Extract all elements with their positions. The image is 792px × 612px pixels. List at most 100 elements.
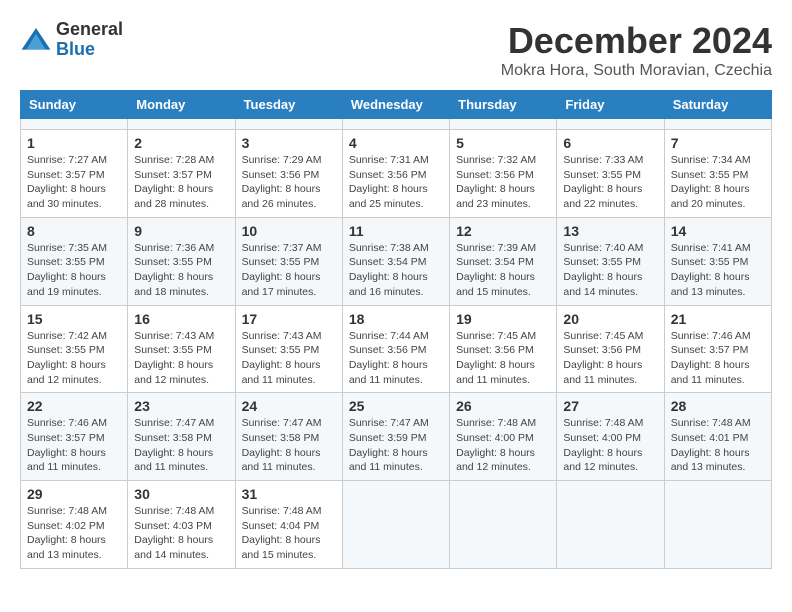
table-row: 2 Sunrise: 7:28 AM Sunset: 3:57 PM Dayli… (128, 130, 235, 218)
col-sunday: Sunday (21, 91, 128, 119)
table-row: 8 Sunrise: 7:35 AM Sunset: 3:55 PM Dayli… (21, 217, 128, 305)
daylight-label: Daylight: 8 hours and 11 minutes. (563, 359, 642, 386)
table-row: 13 Sunrise: 7:40 AM Sunset: 3:55 PM Dayl… (557, 217, 664, 305)
sunset-label: Sunset: 4:01 PM (671, 432, 749, 444)
day-number: 1 (27, 135, 121, 151)
sunset-label: Sunset: 3:58 PM (242, 432, 320, 444)
sunrise-label: Sunrise: 7:34 AM (671, 154, 751, 166)
calendar-week-row: 15 Sunrise: 7:42 AM Sunset: 3:55 PM Dayl… (21, 305, 772, 393)
table-row: 26 Sunrise: 7:48 AM Sunset: 4:00 PM Dayl… (450, 393, 557, 481)
col-friday: Friday (557, 91, 664, 119)
table-row: 29 Sunrise: 7:48 AM Sunset: 4:02 PM Dayl… (21, 481, 128, 569)
sunrise-label: Sunrise: 7:38 AM (349, 242, 429, 254)
day-number: 14 (671, 223, 765, 239)
daylight-label: Daylight: 8 hours and 13 minutes. (671, 271, 750, 298)
sunrise-label: Sunrise: 7:47 AM (349, 417, 429, 429)
sunrise-label: Sunrise: 7:46 AM (671, 330, 751, 342)
logo-icon (20, 24, 52, 56)
table-row (664, 119, 771, 130)
table-row (557, 119, 664, 130)
daylight-label: Daylight: 8 hours and 17 minutes. (242, 271, 321, 298)
table-row: 16 Sunrise: 7:43 AM Sunset: 3:55 PM Dayl… (128, 305, 235, 393)
sunset-label: Sunset: 3:54 PM (456, 256, 534, 268)
sunrise-label: Sunrise: 7:48 AM (27, 505, 107, 517)
table-row: 20 Sunrise: 7:45 AM Sunset: 3:56 PM Dayl… (557, 305, 664, 393)
table-row: 1 Sunrise: 7:27 AM Sunset: 3:57 PM Dayli… (21, 130, 128, 218)
sunset-label: Sunset: 3:59 PM (349, 432, 427, 444)
daylight-label: Daylight: 8 hours and 15 minutes. (456, 271, 535, 298)
table-row (342, 119, 449, 130)
table-row: 10 Sunrise: 7:37 AM Sunset: 3:55 PM Dayl… (235, 217, 342, 305)
table-row: 6 Sunrise: 7:33 AM Sunset: 3:55 PM Dayli… (557, 130, 664, 218)
day-info: Sunrise: 7:48 AM Sunset: 4:01 PM Dayligh… (671, 416, 765, 475)
col-monday: Monday (128, 91, 235, 119)
sunset-label: Sunset: 3:56 PM (349, 344, 427, 356)
day-number: 18 (349, 311, 443, 327)
calendar-header-row: Sunday Monday Tuesday Wednesday Thursday… (21, 91, 772, 119)
sunrise-label: Sunrise: 7:41 AM (671, 242, 751, 254)
sunset-label: Sunset: 3:57 PM (27, 432, 105, 444)
sunrise-label: Sunrise: 7:45 AM (563, 330, 643, 342)
sunrise-label: Sunrise: 7:31 AM (349, 154, 429, 166)
daylight-label: Daylight: 8 hours and 12 minutes. (134, 359, 213, 386)
day-number: 7 (671, 135, 765, 151)
day-info: Sunrise: 7:47 AM Sunset: 3:58 PM Dayligh… (242, 416, 336, 475)
col-saturday: Saturday (664, 91, 771, 119)
daylight-label: Daylight: 8 hours and 14 minutes. (563, 271, 642, 298)
sunset-label: Sunset: 3:55 PM (27, 344, 105, 356)
day-number: 12 (456, 223, 550, 239)
sunset-label: Sunset: 3:56 PM (242, 169, 320, 181)
daylight-label: Daylight: 8 hours and 26 minutes. (242, 183, 321, 210)
sunrise-label: Sunrise: 7:36 AM (134, 242, 214, 254)
day-info: Sunrise: 7:28 AM Sunset: 3:57 PM Dayligh… (134, 153, 228, 212)
day-info: Sunrise: 7:45 AM Sunset: 3:56 PM Dayligh… (456, 329, 550, 388)
day-info: Sunrise: 7:39 AM Sunset: 3:54 PM Dayligh… (456, 241, 550, 300)
daylight-label: Daylight: 8 hours and 25 minutes. (349, 183, 428, 210)
daylight-label: Daylight: 8 hours and 16 minutes. (349, 271, 428, 298)
sunrise-label: Sunrise: 7:37 AM (242, 242, 322, 254)
table-row: 30 Sunrise: 7:48 AM Sunset: 4:03 PM Dayl… (128, 481, 235, 569)
day-info: Sunrise: 7:34 AM Sunset: 3:55 PM Dayligh… (671, 153, 765, 212)
sunset-label: Sunset: 3:57 PM (27, 169, 105, 181)
day-number: 27 (563, 398, 657, 414)
day-info: Sunrise: 7:32 AM Sunset: 3:56 PM Dayligh… (456, 153, 550, 212)
day-number: 13 (563, 223, 657, 239)
sunrise-label: Sunrise: 7:32 AM (456, 154, 536, 166)
day-number: 28 (671, 398, 765, 414)
day-number: 9 (134, 223, 228, 239)
daylight-label: Daylight: 8 hours and 13 minutes. (671, 447, 750, 474)
table-row: 19 Sunrise: 7:45 AM Sunset: 3:56 PM Dayl… (450, 305, 557, 393)
sunrise-label: Sunrise: 7:27 AM (27, 154, 107, 166)
day-number: 21 (671, 311, 765, 327)
sunrise-label: Sunrise: 7:48 AM (563, 417, 643, 429)
table-row: 18 Sunrise: 7:44 AM Sunset: 3:56 PM Dayl… (342, 305, 449, 393)
day-info: Sunrise: 7:35 AM Sunset: 3:55 PM Dayligh… (27, 241, 121, 300)
daylight-label: Daylight: 8 hours and 11 minutes. (242, 359, 321, 386)
sunrise-label: Sunrise: 7:46 AM (27, 417, 107, 429)
daylight-label: Daylight: 8 hours and 11 minutes. (456, 359, 535, 386)
sunset-label: Sunset: 3:55 PM (27, 256, 105, 268)
table-row: 9 Sunrise: 7:36 AM Sunset: 3:55 PM Dayli… (128, 217, 235, 305)
table-row: 4 Sunrise: 7:31 AM Sunset: 3:56 PM Dayli… (342, 130, 449, 218)
sunrise-label: Sunrise: 7:35 AM (27, 242, 107, 254)
sunrise-label: Sunrise: 7:43 AM (242, 330, 322, 342)
day-info: Sunrise: 7:42 AM Sunset: 3:55 PM Dayligh… (27, 329, 121, 388)
daylight-label: Daylight: 8 hours and 12 minutes. (456, 447, 535, 474)
day-number: 31 (242, 486, 336, 502)
daylight-label: Daylight: 8 hours and 12 minutes. (27, 359, 106, 386)
table-row: 31 Sunrise: 7:48 AM Sunset: 4:04 PM Dayl… (235, 481, 342, 569)
table-row (664, 481, 771, 569)
day-number: 2 (134, 135, 228, 151)
table-row (21, 119, 128, 130)
sunrise-label: Sunrise: 7:48 AM (134, 505, 214, 517)
sunrise-label: Sunrise: 7:39 AM (456, 242, 536, 254)
table-row: 5 Sunrise: 7:32 AM Sunset: 3:56 PM Dayli… (450, 130, 557, 218)
calendar-week-row: 29 Sunrise: 7:48 AM Sunset: 4:02 PM Dayl… (21, 481, 772, 569)
sunrise-label: Sunrise: 7:33 AM (563, 154, 643, 166)
logo: General Blue (20, 20, 123, 60)
daylight-label: Daylight: 8 hours and 18 minutes. (134, 271, 213, 298)
day-info: Sunrise: 7:36 AM Sunset: 3:55 PM Dayligh… (134, 241, 228, 300)
sunset-label: Sunset: 3:56 PM (349, 169, 427, 181)
sunset-label: Sunset: 3:58 PM (134, 432, 212, 444)
day-number: 22 (27, 398, 121, 414)
